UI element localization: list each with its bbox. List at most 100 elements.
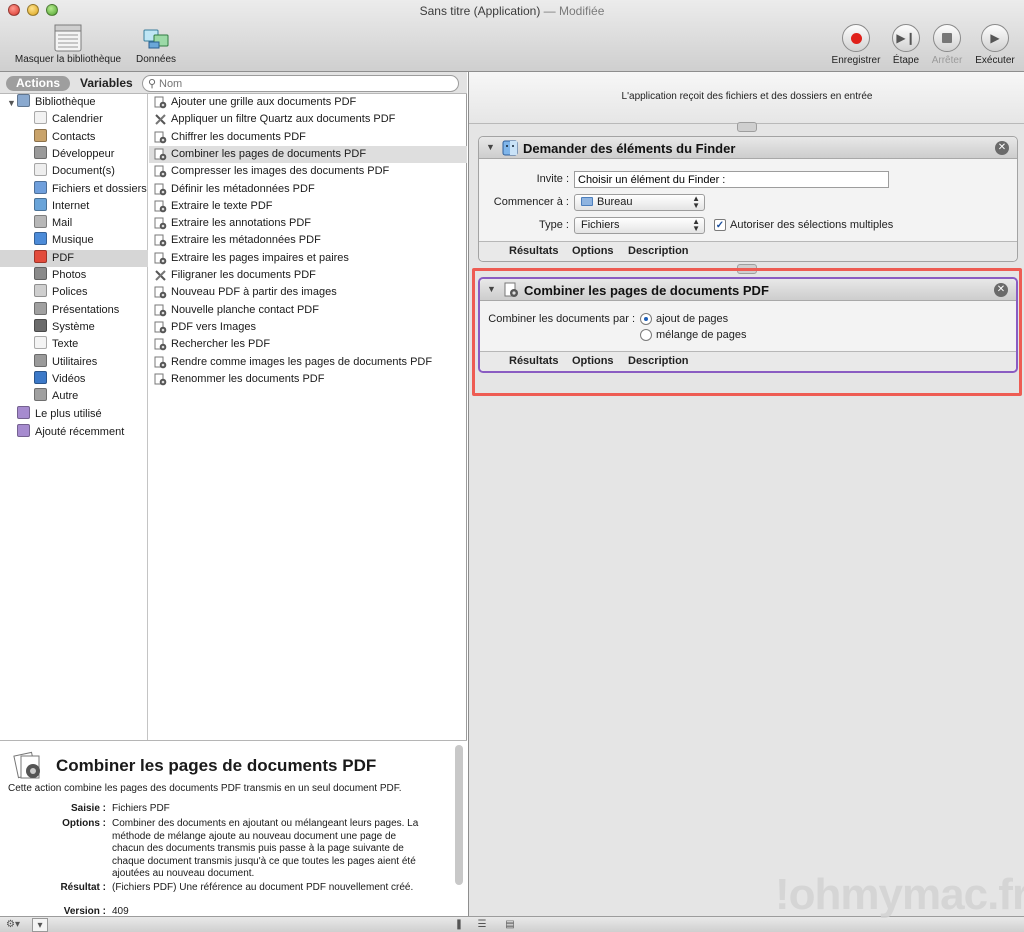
action-list-item[interactable]: Définir les métadonnées PDF bbox=[149, 181, 467, 198]
category-item[interactable]: Document(s) bbox=[34, 163, 115, 180]
pdf-action-icon bbox=[154, 304, 167, 316]
tab-description[interactable]: Description bbox=[628, 245, 689, 257]
popup-arrows-icon: ▲ ▼ bbox=[692, 217, 700, 233]
category-item[interactable]: Le plus utilisé bbox=[17, 406, 102, 423]
action-list-item[interactable]: Extraire le texte PDF bbox=[149, 198, 467, 215]
start-at-popup[interactable]: Bureau ▲ ▼ bbox=[574, 194, 705, 211]
category-item[interactable]: Autre bbox=[34, 388, 78, 405]
category-item[interactable]: Fichiers et dossiers bbox=[34, 180, 147, 198]
action-list-item[interactable]: Renommer les documents PDF bbox=[149, 371, 467, 388]
category-item[interactable]: Vidéos bbox=[34, 370, 85, 388]
action-list-item[interactable]: Nouvelle planche contact PDF bbox=[149, 302, 467, 319]
category-item[interactable]: PDF bbox=[0, 249, 148, 267]
pdf-action-icon bbox=[154, 286, 167, 299]
search-input[interactable] bbox=[159, 77, 449, 90]
pdf-action-icon bbox=[154, 217, 167, 230]
action-list-item[interactable]: Extraire les annotations PDF bbox=[149, 215, 467, 232]
pdf-action-icon bbox=[154, 338, 167, 351]
options-line: chacun des documents transmis puis passe… bbox=[112, 843, 404, 854]
library-search[interactable]: ⚲ bbox=[142, 75, 459, 92]
split-handle-icon[interactable]: ❚ bbox=[454, 918, 464, 932]
category-item[interactable]: Présentations bbox=[34, 301, 119, 319]
category-item[interactable]: Polices bbox=[34, 284, 87, 301]
remove-action-icon[interactable]: ✕ bbox=[995, 141, 1009, 155]
category-item[interactable]: Bibliothèque bbox=[17, 94, 96, 111]
tab-options[interactable]: Options bbox=[572, 245, 614, 257]
action-list-item[interactable]: Rechercher les PDF bbox=[149, 336, 467, 353]
action-list-item[interactable]: Combiner les pages de documents PDF bbox=[149, 145, 467, 163]
library-header: Actions Variables ⚲ bbox=[0, 72, 467, 94]
highlight-frame bbox=[472, 268, 1022, 396]
pdf-icon bbox=[34, 249, 47, 263]
gear-icon[interactable]: ⚙▾ bbox=[4, 918, 22, 932]
type-popup[interactable]: Fichiers ▲ ▼ bbox=[574, 217, 705, 234]
hide-library-button[interactable]: Masquer la bibliothèque bbox=[8, 24, 128, 65]
category-item[interactable]: Photos bbox=[34, 267, 86, 284]
action-ask-finder-items[interactable]: ▼ Demander des éléments du Finder ✕ Invi… bbox=[478, 136, 1018, 262]
record-label: Enregistrer bbox=[831, 55, 881, 66]
action-label: PDF vers Images bbox=[171, 320, 256, 333]
description-scrollbar[interactable] bbox=[455, 745, 463, 885]
tab-results[interactable]: Résultats bbox=[509, 245, 559, 257]
prompt-field[interactable] bbox=[574, 171, 889, 188]
run-button[interactable]: ▶ Exécuter bbox=[970, 24, 1020, 66]
tab-variables[interactable]: Variables bbox=[70, 76, 143, 91]
action-label: Nouveau PDF à partir des images bbox=[171, 286, 337, 299]
photos-icon bbox=[34, 267, 47, 280]
category-item[interactable]: Ajouté récemment bbox=[17, 423, 124, 441]
category-item[interactable]: Contacts bbox=[34, 128, 96, 146]
action-list-item[interactable]: Nouveau PDF à partir des images bbox=[149, 284, 467, 301]
action-list-item[interactable]: Filigraner les documents PDF bbox=[149, 267, 467, 284]
action-list-item[interactable]: Extraire les pages impaires et paires bbox=[149, 250, 467, 267]
multiple-selection-checkbox[interactable]: ✓ bbox=[714, 219, 726, 231]
action-label: Rendre comme images les pages de documen… bbox=[171, 355, 433, 368]
pdf-action-icon bbox=[154, 183, 167, 195]
action-label: Extraire les pages impaires et paires bbox=[171, 251, 349, 264]
category-item[interactable]: Développeur bbox=[34, 145, 114, 163]
category-item[interactable]: Musique bbox=[34, 232, 94, 249]
category-item[interactable]: Internet bbox=[34, 197, 89, 215]
step-icon: ▶❙ bbox=[892, 24, 920, 52]
category-item[interactable]: Calendrier bbox=[34, 111, 103, 128]
data-label: Données bbox=[135, 54, 177, 65]
pdf-action-icon bbox=[154, 96, 167, 109]
tab-actions[interactable]: Actions bbox=[6, 76, 71, 91]
action-list-item[interactable]: Ajouter une grille aux documents PDF bbox=[149, 94, 467, 111]
result-label: Résultat : bbox=[60, 882, 106, 893]
multiple-selection-label: Autoriser des sélections multiples bbox=[730, 219, 894, 231]
category-label: Texte bbox=[52, 338, 79, 351]
category-item[interactable]: Mail bbox=[34, 215, 72, 232]
action-list-item[interactable]: Extraire les métadonnées PDF bbox=[149, 232, 467, 249]
action-label: Nouvelle planche contact PDF bbox=[171, 303, 319, 316]
start-at-label: Commencer à : bbox=[493, 196, 569, 208]
internet-icon bbox=[34, 197, 47, 211]
tools-icon bbox=[155, 270, 166, 281]
action-list-item[interactable]: Chiffrer les documents PDF bbox=[149, 129, 467, 146]
action-list-item[interactable]: Compresser les images des documents PDF bbox=[149, 163, 467, 180]
record-button[interactable]: Enregistrer bbox=[826, 24, 886, 66]
action-label: Appliquer un filtre Quartz aux documents… bbox=[171, 113, 396, 126]
action-label: Compresser les images des documents PDF bbox=[171, 165, 390, 178]
category-item[interactable]: Système bbox=[34, 318, 95, 336]
data-icon bbox=[143, 29, 169, 49]
category-label: Contacts bbox=[52, 130, 96, 143]
category-item[interactable]: Texte bbox=[34, 336, 78, 353]
action-list-item[interactable]: Appliquer un filtre Quartz aux documents… bbox=[149, 111, 467, 128]
disclosure-triangle-icon[interactable]: ▼ bbox=[7, 98, 16, 108]
log-view-icon[interactable]: ▤ bbox=[502, 918, 518, 932]
collapse-triangle-icon[interactable]: ▼ bbox=[486, 142, 495, 152]
utilities-icon bbox=[34, 353, 47, 367]
action-list-item[interactable]: Rendre comme images les pages de documen… bbox=[149, 354, 467, 371]
category-item[interactable]: Utilitaires bbox=[34, 353, 97, 371]
show-description-icon[interactable]: ▾ bbox=[32, 918, 48, 932]
stop-button[interactable]: Arrêter bbox=[927, 24, 967, 66]
action-list-item[interactable]: PDF vers Images bbox=[149, 319, 467, 336]
workflow-area: L'application reçoit des fichiers et des… bbox=[468, 72, 1024, 916]
list-view-icon[interactable]: ☰ bbox=[474, 918, 490, 932]
title-toolbar: Sans titre (Application) — Modifiée Masq… bbox=[0, 0, 1024, 72]
window-status: — Modifiée bbox=[540, 4, 605, 18]
pdf-action-icon bbox=[154, 131, 167, 143]
step-button[interactable]: ▶❙ Étape bbox=[888, 24, 924, 66]
data-button[interactable]: Données bbox=[132, 24, 180, 65]
category-label: Polices bbox=[52, 286, 88, 299]
